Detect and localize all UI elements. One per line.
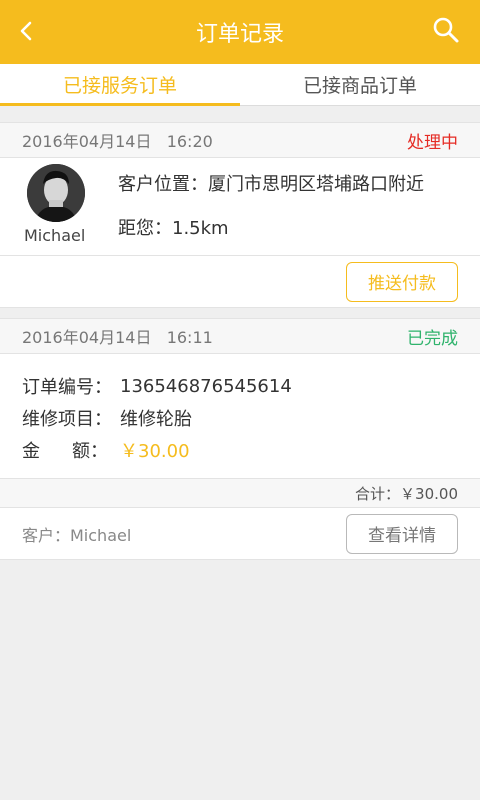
status-badge: 已完成 [407,328,458,349]
repair-item-value: 维修轮胎 [120,409,192,430]
order-card: 2016年04月14日 16:11 已完成 订单编号： 136546876545… [0,318,480,560]
order-number-label: 订单编号： [22,377,112,398]
order-datetime: 2016年04月14日 16:20 [22,132,213,151]
location-value: 厦门市思明区塔埔路口附近 [208,174,424,195]
spacer [0,308,480,318]
amount-label-b: 额： [72,441,108,462]
avatar-photo [27,164,85,222]
customer-location: 客户位置：厦门市思明区塔埔路口附近 [118,170,424,196]
view-details-button[interactable]: 查看详情 [346,513,458,554]
app-header: 订单记录 [0,0,480,64]
order-card: 2016年04月14日 16:20 处理中 Michael 客户位置：厦门市思明… [0,122,480,308]
repair-item-label: 维修项目： [22,409,112,430]
status-badge: 处理中 [407,132,458,153]
tab-product-orders[interactable]: 已接商品订单 [240,64,480,105]
chevron-left-icon[interactable] [10,14,44,48]
order-card-footer: 客户：Michael 查看详情 [0,508,480,560]
location-label: 客户位置： [118,174,208,195]
amount-value: ￥30.00 [120,441,190,462]
order-tabs: 已接服务订单 已接商品订单 [0,64,480,106]
order-card-header: 2016年04月14日 16:20 处理中 [0,122,480,158]
distance-value: 1.5km [172,218,229,239]
customer-label: 客户：Michael [22,525,132,545]
order-number-row: 订单编号： 136546876545614 [22,370,458,402]
order-card-body: Michael 客户位置：厦门市思明区塔埔路口附近 距您：1.5km [0,158,480,256]
order-datetime: 2016年04月14日 16:11 [22,328,213,347]
order-total: 合计：￥30.00 [0,478,480,508]
order-card-body: 订单编号： 136546876545614 维修项目： 维修轮胎 金 额： ￥3… [0,354,480,478]
amount-label: 金 额： [22,437,108,463]
amount-label-a: 金 [22,441,40,462]
repair-item-row: 维修项目： 维修轮胎 [22,402,458,434]
amount-row: 金 额： ￥30.00 [22,434,458,466]
search-icon[interactable] [432,16,460,44]
order-card-header: 2016年04月14日 16:11 已完成 [0,318,480,354]
page-title: 订单记录 [195,22,284,47]
tab-service-orders[interactable]: 已接服务订单 [0,64,240,106]
distance-label: 距您： [118,218,172,239]
avatar[interactable] [27,164,85,222]
customer-name: Michael [24,226,86,245]
order-number-value: 136546876545614 [120,375,292,397]
distance: 距您：1.5km [118,214,229,240]
order-card-footer: 推送付款 [0,256,480,308]
spacer [0,106,480,122]
push-payment-button[interactable]: 推送付款 [346,261,458,302]
